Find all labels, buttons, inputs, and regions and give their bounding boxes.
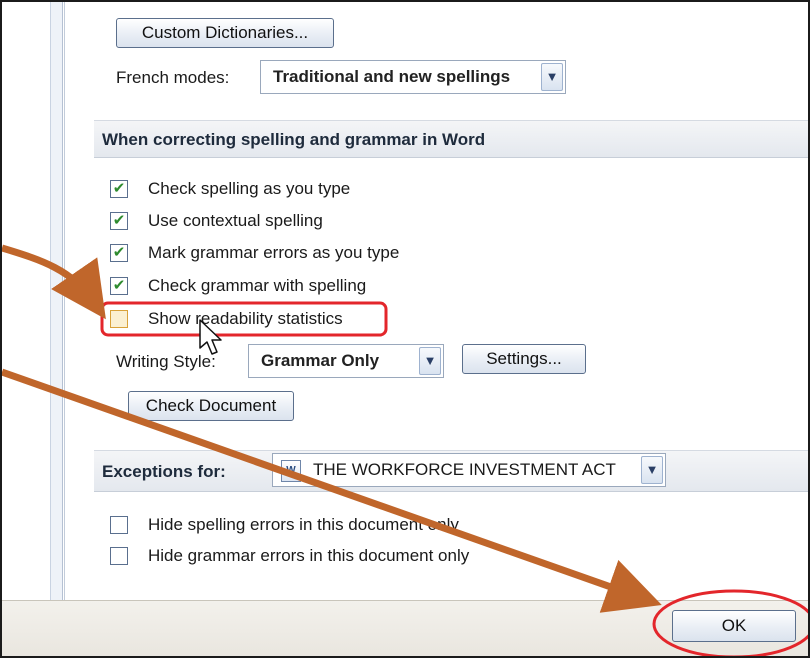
word-options-dialog: Custom Dictionaries... French modes: Tra… — [0, 0, 810, 658]
ok-arrow — [2, 368, 662, 613]
readability-highlight-box — [100, 301, 388, 337]
readability-arrow — [2, 244, 106, 320]
annotation-overlay — [2, 244, 808, 656]
cursor-arrow-icon — [199, 319, 222, 355]
ok-highlight-circle — [652, 589, 808, 656]
